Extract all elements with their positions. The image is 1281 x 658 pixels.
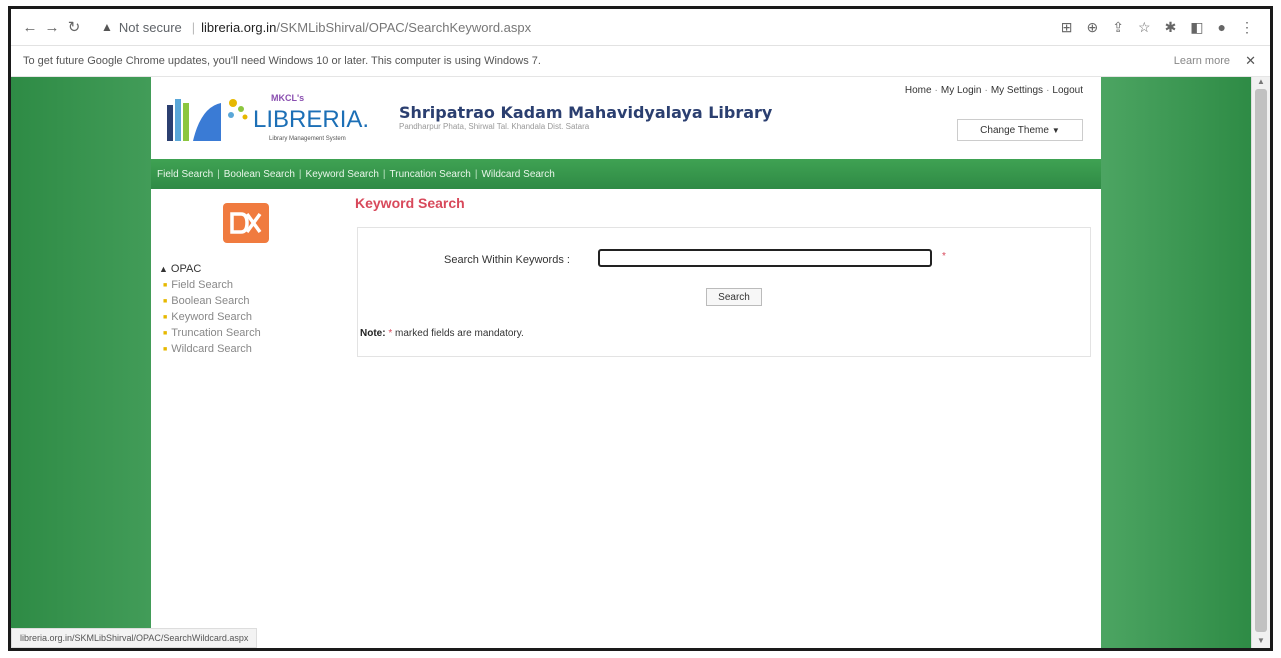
- opac-menu: ▲ OPAC ■ Field Search ■ Boolean Search ■ Key…: [159, 263, 261, 359]
- page-body: ▲ OPAC ■ Field Search ■ Boolean Search ■ Key…: [151, 189, 1101, 648]
- my-settings-link[interactable]: My Settings: [991, 85, 1043, 96]
- logo-top-text: MKCL's: [271, 93, 304, 103]
- learn-more-link[interactable]: Learn more: [1174, 55, 1230, 67]
- sidebar-item-wildcard-search[interactable]: ■ Wildcard Search: [163, 343, 261, 355]
- dx-icon: [230, 212, 262, 234]
- sidebar-item-boolean-search[interactable]: ■ Boolean Search: [163, 295, 261, 307]
- main-content: Keyword Search Search Within Keywords : …: [355, 189, 1091, 357]
- library-address: Pandharpur Phata, Shirwal Tal. Khandala …: [399, 122, 590, 131]
- note-label: Note:: [360, 328, 386, 339]
- search-form: Search Within Keywords : * Search Note: …: [357, 227, 1091, 357]
- security-status: Not secure: [118, 19, 182, 35]
- nav-keyword-search[interactable]: Keyword Search: [306, 169, 379, 180]
- update-infobar: To get future Google Chrome updates, you…: [11, 46, 1270, 77]
- opac-section[interactable]: ▲ OPAC: [159, 263, 261, 275]
- sidebar: ▲ OPAC ■ Field Search ■ Boolean Search ■ Key…: [151, 189, 351, 648]
- logo-main-text: LIBRERIA.: [253, 106, 369, 133]
- page-scrollbar[interactable]: ▲ ▼: [1251, 77, 1270, 648]
- profile-icon[interactable]: ●: [1218, 19, 1226, 35]
- sidebar-item-label: Wildcard Search: [171, 343, 252, 355]
- bookmark-star-icon[interactable]: ☆: [1138, 19, 1151, 36]
- search-button[interactable]: Search: [706, 288, 762, 306]
- reload-icon[interactable]: ↻: [63, 18, 85, 36]
- sidebar-item-truncation-search[interactable]: ■ Truncation Search: [163, 327, 261, 339]
- back-icon[interactable]: ←: [19, 19, 41, 36]
- sidebar-item-label: Boolean Search: [171, 295, 250, 307]
- opac-label: OPAC: [170, 263, 202, 275]
- site-container: MKCL's LIBRERIA. Library Management Syst…: [151, 77, 1101, 648]
- translate-icon[interactable]: ⊞: [1061, 19, 1073, 36]
- caret-down-icon: ▼: [1051, 125, 1060, 135]
- site-header: MKCL's LIBRERIA. Library Management Syst…: [151, 77, 1101, 159]
- search-within-label: Search Within Keywords :: [444, 254, 570, 266]
- menu-icon[interactable]: ⋮: [1240, 19, 1254, 36]
- logo-sub-text: Library Management System: [269, 136, 346, 142]
- mandatory-note: Note: * marked fields are mandatory.: [360, 328, 524, 339]
- sidebar-item-field-search[interactable]: ■ Field Search: [163, 279, 261, 291]
- page-viewport: MKCL's LIBRERIA. Library Management Syst…: [11, 77, 1252, 648]
- sidebar-item-keyword-search[interactable]: ■ Keyword Search: [163, 311, 261, 323]
- sidepanel-icon[interactable]: ◧: [1190, 19, 1203, 36]
- toolbar-icons: ⊞ ⊕ ⇪ ☆ ✱ ◧ ● ⋮: [1061, 9, 1254, 45]
- nav-truncation-search[interactable]: Truncation Search: [390, 169, 471, 180]
- note-text: marked fields are mandatory.: [395, 328, 524, 339]
- sidebar-item-label: Truncation Search: [171, 327, 261, 339]
- browser-window: ← → ↻ ▲ Not secure | libreria.org.in/SKM…: [8, 6, 1273, 651]
- collapse-triangle-icon: ▲: [159, 264, 168, 274]
- infobar-message: To get future Google Chrome updates, you…: [23, 55, 541, 67]
- bullet-icon: ■: [163, 345, 168, 353]
- url-host: libreria.org.in: [201, 19, 277, 35]
- nav-field-search[interactable]: Field Search: [157, 169, 213, 180]
- home-link[interactable]: Home: [905, 85, 932, 96]
- scroll-thumb[interactable]: [1255, 89, 1267, 632]
- zoom-icon[interactable]: ⊕: [1087, 19, 1099, 36]
- url-path: /SKMLibShirval/OPAC/SearchKeyword.aspx: [276, 19, 532, 35]
- scroll-up-icon[interactable]: ▲: [1252, 77, 1270, 87]
- scroll-down-icon[interactable]: ▼: [1252, 636, 1270, 646]
- share-icon[interactable]: ⇪: [1112, 19, 1124, 36]
- bullet-icon: ■: [163, 281, 168, 289]
- change-theme-label: Change Theme: [980, 124, 1049, 136]
- nav-wildcard-search[interactable]: Wildcard Search: [481, 169, 554, 180]
- libreria-logo: MKCL's LIBRERIA. Library Management Syst…: [167, 93, 369, 142]
- status-bar: libreria.org.in/SKMLibShirval/OPAC/Searc…: [11, 628, 258, 648]
- close-icon[interactable]: ✕: [1245, 53, 1256, 69]
- browser-toolbar: ← → ↻ ▲ Not secure | libreria.org.in/SKM…: [11, 9, 1270, 46]
- sidebar-item-label: Keyword Search: [171, 311, 252, 323]
- forward-icon[interactable]: →: [41, 19, 63, 36]
- note-star: *: [388, 328, 393, 339]
- sidebar-item-label: Field Search: [171, 279, 233, 291]
- bullet-icon: ■: [163, 297, 168, 305]
- page-title: Keyword Search: [355, 195, 465, 211]
- logout-link[interactable]: Logout: [1052, 85, 1083, 96]
- top-links: Home · My Login · My Settings · Logout: [904, 85, 1083, 96]
- divider: |: [191, 19, 196, 35]
- bullet-icon: ■: [163, 313, 168, 321]
- nav-boolean-search[interactable]: Boolean Search: [224, 169, 295, 180]
- my-login-link[interactable]: My Login: [941, 85, 982, 96]
- extensions-icon[interactable]: ✱: [1165, 19, 1177, 36]
- search-navbar: Field Search | Boolean Search | Keyword Se…: [151, 159, 1101, 189]
- address-bar[interactable]: ▲ Not secure | libreria.org.in/SKMLibShi…: [101, 20, 531, 35]
- change-theme-button[interactable]: Change Theme ▼: [957, 119, 1083, 141]
- keyword-search-input[interactable]: [598, 249, 932, 267]
- required-marker: *: [942, 251, 946, 262]
- warning-icon: ▲: [101, 20, 113, 34]
- bullet-icon: ■: [163, 329, 168, 337]
- dx-logo: [223, 203, 269, 243]
- library-name: Shripatrao Kadam Mahavidyalaya Library: [399, 103, 773, 122]
